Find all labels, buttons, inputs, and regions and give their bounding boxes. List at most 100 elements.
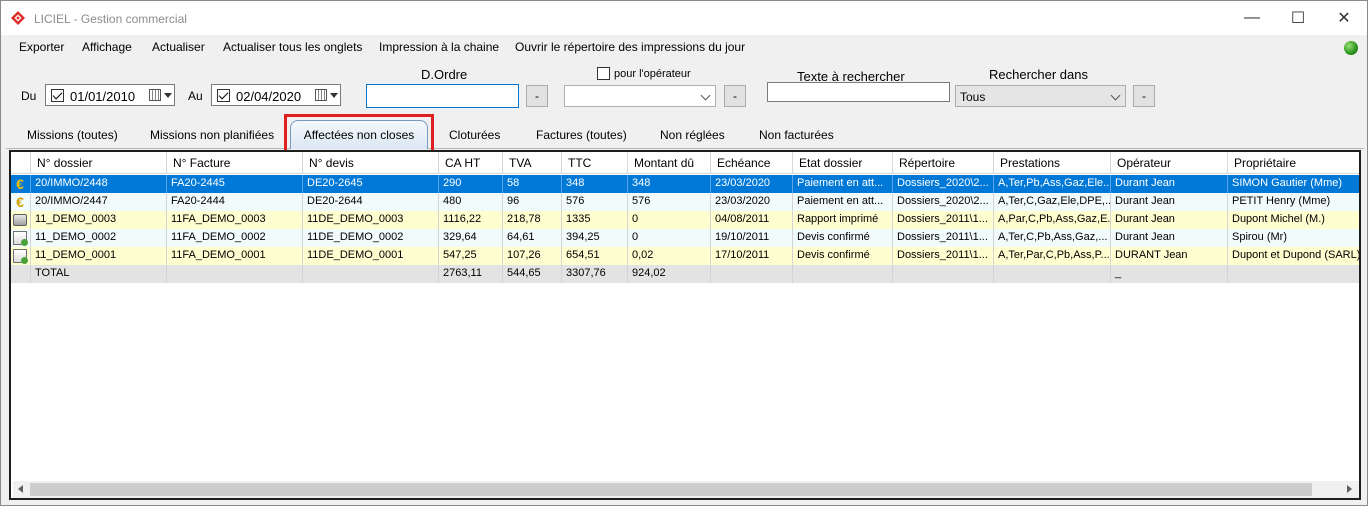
app-window: LICIEL - Gestion commercial — ☐ ✕ Export… [0,0,1368,506]
dordre-input[interactable] [366,84,519,108]
euro-icon: € [16,176,24,192]
scroll-right-icon[interactable] [1347,485,1352,493]
minimize-button[interactable]: — [1229,1,1275,35]
scrollbar-thumb[interactable] [30,483,1312,496]
operator-checkbox[interactable] [597,67,610,80]
menu-actualiser-tous[interactable]: Actualiser tous les onglets [223,40,362,54]
tab-missions-toutes[interactable]: Missions (toutes) [27,128,118,142]
menu-impression-chaine[interactable]: Impression à la chaine [379,40,499,54]
annotation-highlight-box [284,114,434,155]
table-row[interactable]: €20/IMMO/2448 FA20-2445 DE20-2645 290 58 348 3… [11,175,1359,193]
col-n-devis-header[interactable]: N° devis [303,152,439,174]
col-n-facture-cell: 11FA_DEMO_0002 [167,229,303,247]
title-bar: LICIEL - Gestion commercial — ☐ ✕ [1,1,1367,35]
horizontal-scrollbar[interactable] [13,481,1359,498]
col-n-dossier-header[interactable]: N° dossier [31,152,167,174]
tab-cloturees[interactable]: Cloturées [449,128,500,142]
col-prestations-cell: A,Ter,C,Gaz,Ele,DPE,... [994,193,1111,211]
chevron-down-icon[interactable] [164,93,172,98]
row-icon-cell [11,229,31,247]
col-prestations-cell: A,Par,C,Pb,Ass,Gaz,E... [994,211,1111,229]
col-ttc-cell: 1335 [562,211,628,229]
chevron-down-icon[interactable] [330,93,338,98]
col-proprietaire-header[interactable]: Propriétaire [1228,152,1359,174]
du-checkbox[interactable] [51,89,64,102]
au-date-picker[interactable]: 02/04/2020 [211,84,341,106]
col-ca-ht-cell: 329,64 [439,229,503,247]
row-icon-cell [11,247,31,265]
header-blank [11,152,31,174]
col-n-facture-header[interactable]: N° Facture [167,152,303,174]
col-prestations-header[interactable]: Prestations [994,152,1111,174]
col-n-facture-cell: 11FA_DEMO_0001 [167,247,303,265]
col-proprietaire-cell: Dupont Michel (M.) [1228,211,1359,229]
search-in-minus-button[interactable]: - [1133,85,1155,107]
au-label: Au [188,89,203,103]
menu-exporter[interactable]: Exporter [19,40,64,54]
col-repertoire-cell: Dossiers_2011\1... [893,229,994,247]
dossiers-grid[interactable]: N° dossier N° Facture N° devis CA HT TVA TTC M… [9,150,1361,500]
du-date-picker[interactable]: 01/01/2010 [45,84,175,106]
minimize-icon: — [1244,9,1260,26]
search-in-combo[interactable]: Tous [955,85,1126,107]
operator-minus-button[interactable]: - [724,85,746,107]
scroll-left-icon[interactable] [18,485,23,493]
table-row[interactable]: €20/IMMO/2447 FA20-2444 DE20-2644 480 96 576 5… [11,193,1359,211]
col-operateur-cell: Durant Jean [1111,211,1228,229]
menu-ouvrir-repertoire[interactable]: Ouvrir le répertoire des impressions du … [515,40,745,54]
table-row[interactable]: 11_DEMO_0002 11FA_DEMO_0002 11DE_DEMO_0002… [11,229,1359,247]
col-tva-cell: 64,61 [503,229,562,247]
col-prestations-cell: A,Ter,Par,C,Pb,Ass,P... [994,247,1111,265]
calendar-icon[interactable] [149,89,161,101]
table-row[interactable]: 11_DEMO_0001 11FA_DEMO_0001 11DE_DEMO_0001… [11,247,1359,265]
col-ttc-cell: 3307,76 [562,265,628,283]
col-prestations-cell: A,Ter,C,Pb,Ass,Gaz,... [994,229,1111,247]
col-etat-dossier-cell: Rapport imprimé [793,211,893,229]
col-repertoire-cell: Dossiers_2011\1... [893,211,994,229]
col-n-devis-cell: 11DE_DEMO_0001 [303,247,439,265]
col-ca-ht-cell: 1116,22 [439,211,503,229]
col-etat-dossier-cell: Devis confirmé [793,247,893,265]
calendar-icon[interactable] [315,89,327,101]
au-date-value: 02/04/2020 [236,89,302,104]
dordre-minus-button[interactable]: - [526,85,548,107]
col-echeance-header[interactable]: Echéance [711,152,793,174]
col-n-dossier-cell: 20/IMMO/2448 [31,175,167,193]
tab-non-facturees[interactable]: Non facturées [759,128,834,142]
window-title: LICIEL - Gestion commercial [34,12,187,26]
col-montant-du-header[interactable]: Montant dû [628,152,711,174]
chevron-down-icon[interactable] [1110,90,1121,101]
menu-affichage[interactable]: Affichage [82,40,132,54]
tab-missions-non-planifiees[interactable]: Missions non planifiées [150,128,274,142]
au-checkbox[interactable] [217,89,230,102]
col-n-devis-cell: 11DE_DEMO_0003 [303,211,439,229]
tab-non-reglees[interactable]: Non réglées [660,128,725,142]
col-repertoire-header[interactable]: Répertoire [893,152,994,174]
chevron-down-icon[interactable] [700,90,711,101]
col-proprietaire-cell: PETIT Henry (Mme) [1228,193,1359,211]
col-n-facture-cell [167,265,303,283]
col-ttc-cell: 394,25 [562,229,628,247]
col-ca-ht-cell: 480 [439,193,503,211]
maximize-button[interactable]: ☐ [1275,1,1321,35]
col-ca-ht-header[interactable]: CA HT [439,152,503,174]
menu-actualiser[interactable]: Actualiser [152,40,205,54]
col-operateur-header[interactable]: Opérateur [1111,152,1228,174]
col-tva-header[interactable]: TVA [503,152,562,174]
col-ttc-header[interactable]: TTC [562,152,628,174]
col-tva-cell: 58 [503,175,562,193]
col-montant-du-cell: 0 [628,211,711,229]
col-n-devis-cell: DE20-2645 [303,175,439,193]
col-etat-dossier-header[interactable]: Etat dossier [793,152,893,174]
close-button[interactable]: ✕ [1321,1,1367,35]
operator-combo[interactable] [564,85,716,107]
tab-factures-toutes[interactable]: Factures (toutes) [536,128,627,142]
search-in-label: Rechercher dans [989,67,1088,82]
col-repertoire-cell: Dossiers_2011\1... [893,247,994,265]
col-n-devis-cell [303,265,439,283]
liciel-logo-icon [11,11,25,25]
col-n-dossier-cell: 11_DEMO_0002 [31,229,167,247]
search-input[interactable] [767,82,950,102]
table-row[interactable]: 11_DEMO_0003 11FA_DEMO_0003 11DE_DEMO_0003… [11,211,1359,229]
col-n-facture-cell: FA20-2444 [167,193,303,211]
